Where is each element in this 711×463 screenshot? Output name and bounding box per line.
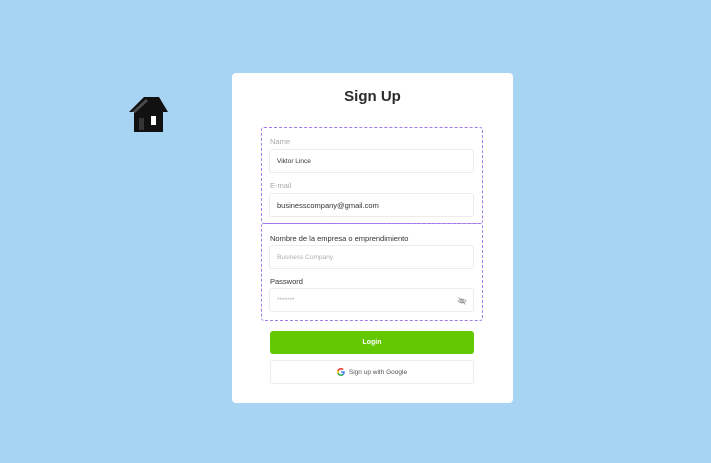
login-button[interactable]: Login [270,331,474,354]
email-field[interactable]: businesscompany@gmail.com [269,193,474,217]
password-field[interactable]: ******* [269,288,474,312]
company-placeholder: Business Company [277,253,333,261]
google-button-label: Sign up with Google [348,368,408,376]
company-field[interactable]: Business Company [269,245,474,269]
signup-card: Sign Up Name Viktor Lince E-mail busines… [232,73,513,403]
email-value: businesscompany@gmail.com [277,200,379,210]
name-label: Name [270,137,291,146]
company-label: Nombre de la empresa o emprendimiento [270,234,409,243]
password-value: ******* [277,296,295,304]
name-field[interactable]: Viktor Lince [269,149,474,173]
personal-info-group: Name Viktor Lince E-mail businesscompany… [261,127,483,224]
google-signup-button[interactable]: Sign up with Google [270,360,474,384]
page-title: Sign Up [344,88,401,105]
email-label: E-mail [270,181,292,190]
house-icon [129,97,168,132]
google-icon [336,368,345,376]
name-value: Viktor Lince [277,157,311,165]
account-info-group: Nombre de la empresa o emprendimiento Bu… [261,223,483,321]
eye-off-icon[interactable] [457,296,467,306]
password-label: Password [270,277,303,286]
